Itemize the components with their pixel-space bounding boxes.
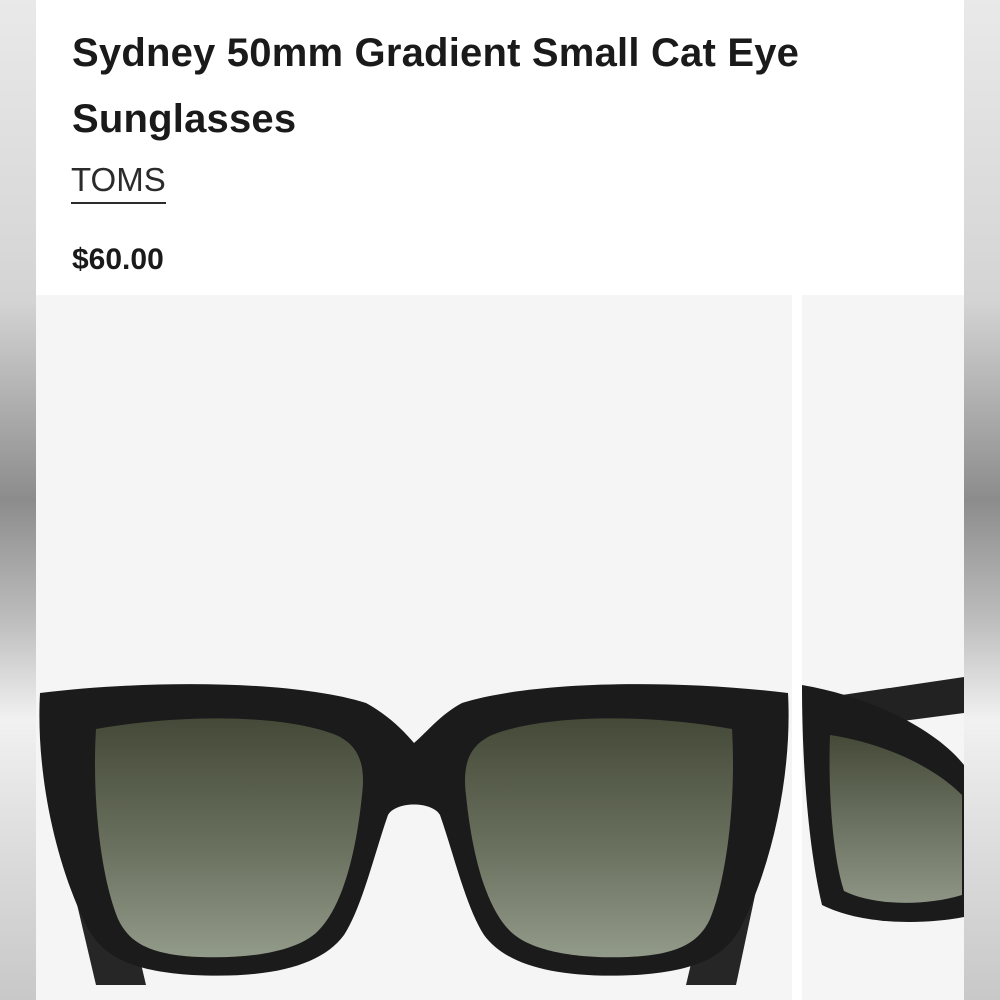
product-page: Sydney 50mm Gradient Small Cat Eye Sungl… — [36, 0, 964, 1000]
blurred-background-right — [964, 0, 1000, 1000]
image-gallery[interactable] — [36, 295, 964, 1000]
product-title: Sydney 50mm Gradient Small Cat Eye Sungl… — [72, 31, 800, 141]
sunglasses-front-illustration — [39, 684, 789, 985]
product-price: $60.00 — [72, 243, 164, 276]
gallery-image-front[interactable] — [36, 295, 792, 1000]
sunglasses-side-illustration — [802, 677, 964, 922]
brand-link[interactable]: TOMS — [71, 160, 166, 204]
blurred-background-left — [0, 0, 36, 1000]
gallery-image-side[interactable] — [802, 295, 964, 1000]
